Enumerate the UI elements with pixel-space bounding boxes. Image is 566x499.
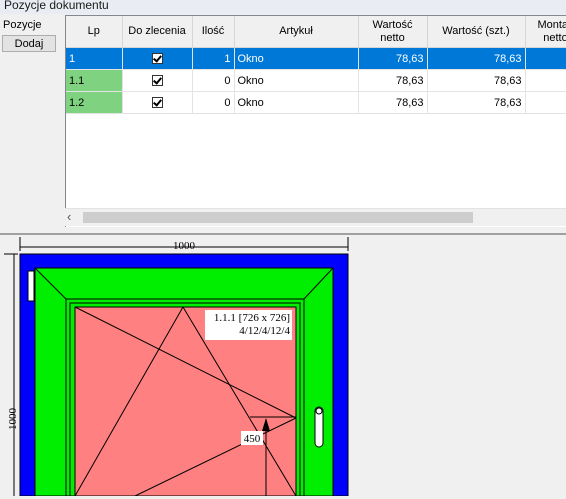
cell-wartosc-szt[interactable]: 78,63 xyxy=(427,69,526,92)
checkbox[interactable] xyxy=(151,75,163,87)
cell-do-zlecenia[interactable] xyxy=(122,69,193,92)
cell-montaz-netto[interactable] xyxy=(525,69,566,92)
cell-montaz-netto[interactable] xyxy=(525,91,566,114)
column-header-wartosc-szt[interactable]: Wartość (szt.) xyxy=(427,16,526,48)
horizontal-scrollbar[interactable]: ‹ xyxy=(65,208,566,226)
window-title: Pozycje dokumentu xyxy=(4,0,109,12)
scroll-left-icon[interactable]: ‹ xyxy=(67,210,71,224)
cell-wartosc-netto[interactable]: 78,63 xyxy=(358,91,428,114)
positions-label: Pozycje xyxy=(3,19,42,31)
column-header-artykul[interactable]: Artykuł xyxy=(234,16,359,48)
column-header-wartosc-netto[interactable]: Wartość netto xyxy=(358,16,428,48)
checkbox[interactable] xyxy=(151,97,163,109)
positions-grid[interactable]: Lp Do zlecenia Ilość Artykuł Wartość net… xyxy=(65,15,566,227)
hinge-icon xyxy=(27,270,35,302)
cell-wartosc-netto[interactable]: 78,63 xyxy=(358,69,428,92)
table-row[interactable]: 1 1 Okno 78,63 78,63 xyxy=(66,47,566,70)
window-drawing-panel: 1000 1000 450 1.1.1 [726 x 726] 4/12/4/1… xyxy=(0,235,566,497)
table-row[interactable]: 1.1 0 Okno 78,63 78,63 xyxy=(66,69,566,92)
window-title-bar: Pozycje dokumentu xyxy=(0,0,566,14)
window-drawing: 1000 1000 450 1.1.1 [726 x 726] 4/12/4/1… xyxy=(4,237,349,497)
cell-lp[interactable]: 1.1 xyxy=(66,69,123,92)
column-header-montaz-netto[interactable]: Montaż netto xyxy=(525,16,566,48)
cell-artykul[interactable]: Okno xyxy=(234,91,359,114)
cell-wartosc-netto[interactable]: 78,63 xyxy=(358,47,428,70)
cell-do-zlecenia[interactable] xyxy=(122,47,193,70)
cell-ilosc[interactable]: 0 xyxy=(192,91,235,114)
scrollbar-thumb[interactable] xyxy=(83,212,473,223)
height-dimension: 1000 xyxy=(7,408,19,431)
cell-artykul[interactable]: Okno xyxy=(234,69,359,92)
width-dimension: 1000 xyxy=(173,240,196,252)
table-row[interactable]: 1.2 0 Okno 78,63 78,63 xyxy=(66,91,566,114)
column-header-ilosc[interactable]: Ilość xyxy=(192,16,235,48)
cell-montaz-netto[interactable] xyxy=(525,47,566,70)
column-header-lp[interactable]: Lp xyxy=(66,16,123,48)
cell-lp[interactable]: 1.2 xyxy=(66,91,123,114)
cell-wartosc-szt[interactable]: 78,63 xyxy=(427,47,526,70)
sash-size-label: 1.1.1 [726 x 726] xyxy=(214,312,290,324)
checkbox[interactable] xyxy=(151,53,163,65)
handle-height-label: 450 xyxy=(244,433,261,445)
cell-lp[interactable]: 1 xyxy=(66,47,123,70)
cell-do-zlecenia[interactable] xyxy=(122,91,193,114)
cell-ilosc[interactable]: 1 xyxy=(192,47,235,70)
cell-ilosc[interactable]: 0 xyxy=(192,69,235,92)
add-button[interactable]: Dodaj xyxy=(2,35,56,52)
cell-artykul[interactable]: Okno xyxy=(234,47,359,70)
glass-spec-label: 4/12/4/12/4 xyxy=(239,325,290,337)
cell-wartosc-szt[interactable]: 78,63 xyxy=(427,91,526,114)
column-header-do-zlecenia[interactable]: Do zlecenia xyxy=(122,16,193,48)
